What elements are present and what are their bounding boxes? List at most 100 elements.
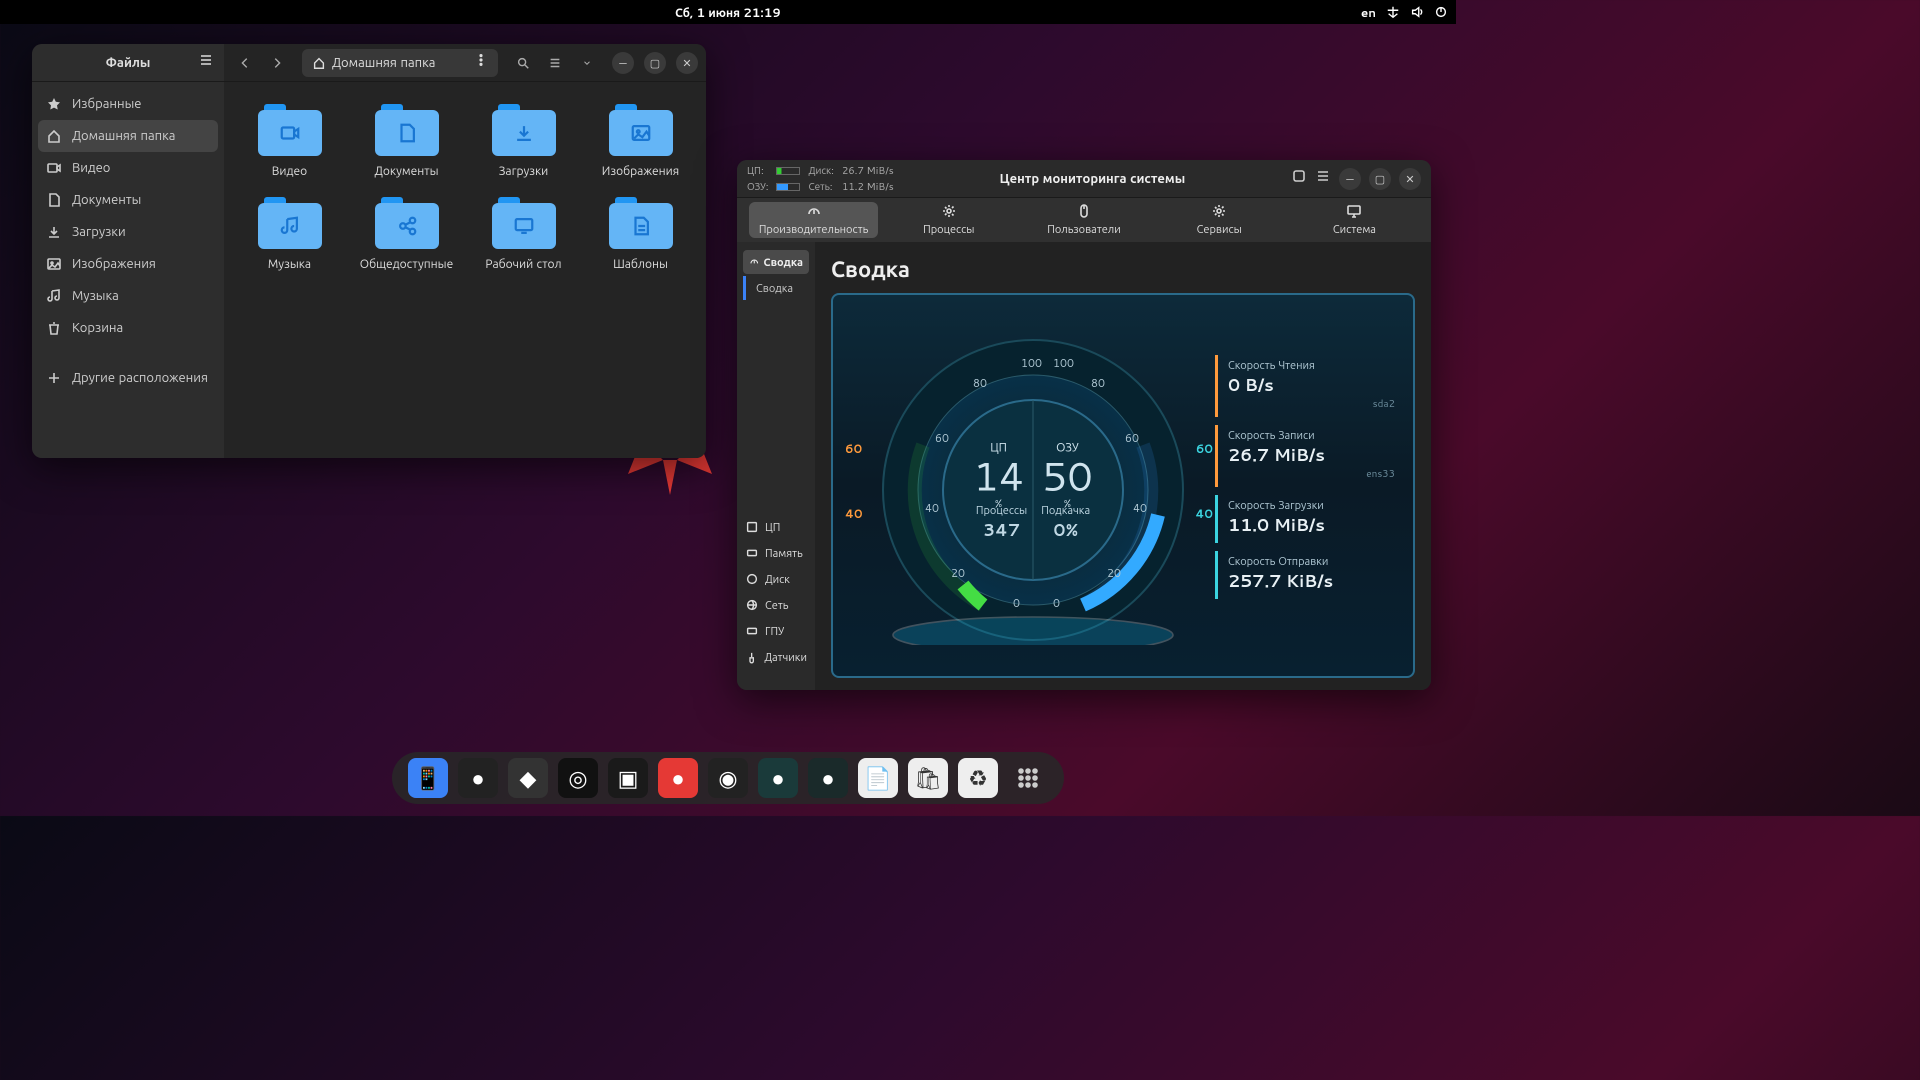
star-icon — [46, 96, 62, 112]
left-nav-2[interactable]: Диск — [737, 566, 815, 592]
view-button[interactable] — [542, 50, 568, 76]
tab-monitor[interactable]: Система — [1290, 202, 1419, 238]
dock-activity[interactable]: ● — [808, 758, 848, 798]
dock-app-red[interactable]: ● — [658, 758, 698, 798]
folder-icon — [492, 193, 556, 249]
image-icon — [46, 256, 62, 272]
monitor-icon — [1346, 203, 1362, 219]
plus-icon — [46, 370, 62, 386]
maximize-button[interactable]: ▢ — [1369, 168, 1391, 190]
info-item: Скорость Записи26.7 MiB/sens33 — [1215, 425, 1395, 487]
sidebar-item-label: Домашняя папка — [72, 127, 175, 145]
fm-toolbar: Домашняя папка — ▢ ✕ — [224, 44, 706, 82]
nav-label: Память — [765, 545, 803, 561]
nav-label: Датчики — [764, 649, 807, 665]
search-button[interactable] — [510, 50, 536, 76]
summary-sub[interactable]: Сводка — [743, 276, 809, 300]
stat-label: Сеть: — [808, 180, 833, 194]
left-nav-5[interactable]: Датчики — [737, 644, 815, 670]
tick: 0 — [1013, 595, 1020, 611]
lang-indicator[interactable]: en — [1361, 4, 1376, 21]
nav-label: Сеть — [765, 597, 788, 613]
chevron-down-icon[interactable] — [574, 50, 600, 76]
left-nav-1[interactable]: Память — [737, 540, 815, 566]
menu-icon[interactable] — [1315, 167, 1331, 190]
tick: 100 — [1053, 355, 1074, 371]
folder-doc[interactable]: Документы — [351, 100, 462, 179]
mon-header: ЦП: Диск:26.7 MiB/s ОЗУ: Сеть:11.2 MiB/s… — [737, 160, 1431, 198]
folder-label: Видео — [272, 162, 307, 179]
minimize-button[interactable]: — — [612, 52, 634, 74]
folder-desktop[interactable]: Рабочий стол — [468, 193, 579, 272]
tab-gear[interactable]: Сервисы — [1155, 202, 1284, 238]
dock-recycle[interactable]: ♻ — [958, 758, 998, 798]
back-button[interactable] — [232, 50, 258, 76]
sidebar-item-music[interactable]: Музыка — [32, 280, 224, 312]
sidebar-item-video[interactable]: Видео — [32, 152, 224, 184]
sidebar-item-home[interactable]: Домашняя папка — [38, 120, 218, 152]
forward-button[interactable] — [264, 50, 290, 76]
home-icon — [46, 128, 62, 144]
gear-icon — [941, 203, 957, 219]
power-icon[interactable] — [1434, 5, 1448, 19]
side-scale: 40 — [1195, 505, 1213, 522]
kebab-icon[interactable] — [474, 53, 488, 72]
dock-apps-grid[interactable] — [1008, 758, 1048, 798]
stat-value: 26.7 MiB/s — [842, 164, 894, 178]
folder-label: Изображения — [602, 162, 679, 179]
close-button[interactable]: ✕ — [1399, 168, 1421, 190]
nav-icon — [745, 650, 758, 664]
nav-label: ЦП — [765, 519, 780, 535]
dock-steam[interactable]: ◉ — [708, 758, 748, 798]
dock-phone[interactable]: 📱 — [408, 758, 448, 798]
hamburger-icon[interactable] — [198, 52, 214, 73]
sidebar-item-plus[interactable]: Другие расположения — [32, 362, 224, 394]
search-icon[interactable] — [1291, 167, 1307, 190]
tab-speed[interactable]: Производительность — [749, 202, 878, 238]
stat-label: ЦП: — [747, 164, 768, 178]
maximize-button[interactable]: ▢ — [644, 52, 666, 74]
sidebar-item-star[interactable]: Избранные — [32, 88, 224, 120]
sidebar-item-trash[interactable]: Корзина — [32, 312, 224, 344]
path-bar[interactable]: Домашняя папка — [302, 49, 498, 77]
dock-terminal[interactable]: ▣ — [608, 758, 648, 798]
folder-download[interactable]: Загрузки — [468, 100, 579, 179]
tab-gear[interactable]: Процессы — [884, 202, 1013, 238]
volume-icon[interactable] — [1410, 5, 1424, 19]
dock-office[interactable]: 📄 — [858, 758, 898, 798]
folder-video[interactable]: Видео — [234, 100, 345, 179]
mouse-icon — [1076, 203, 1092, 219]
dock-app-teal[interactable]: ● — [758, 758, 798, 798]
top-bar: Сб, 1 июня 21:19 en — [0, 0, 1456, 24]
folder-music[interactable]: Музыка — [234, 193, 345, 272]
sidebar-item-label: Видео — [72, 159, 110, 177]
tab-mouse[interactable]: Пользователи — [1019, 202, 1148, 238]
side-scale: 60 — [845, 440, 862, 457]
folder-label: Рабочий стол — [485, 255, 561, 272]
folder-image[interactable]: Изображения — [585, 100, 696, 179]
folder-share[interactable]: Общедоступные — [351, 193, 462, 272]
close-button[interactable]: ✕ — [676, 52, 698, 74]
speed-icon — [806, 203, 822, 219]
sidebar-item-doc[interactable]: Документы — [32, 184, 224, 216]
left-nav-0[interactable]: ЦП — [737, 514, 815, 540]
summary-pill[interactable]: Сводка — [743, 250, 809, 274]
sidebar-item-download[interactable]: Загрузки — [32, 216, 224, 248]
network-icon[interactable] — [1386, 5, 1400, 19]
gear-icon — [1211, 203, 1227, 219]
minimize-button[interactable]: — — [1339, 168, 1361, 190]
dock-browser[interactable]: ● — [458, 758, 498, 798]
tick: 60 — [1125, 430, 1139, 446]
info-value: 26.7 MiB/s — [1228, 443, 1395, 467]
dock-inkscape[interactable]: ◆ — [508, 758, 548, 798]
stat-value: 11.2 MiB/s — [842, 180, 894, 194]
left-nav-3[interactable]: Сеть — [737, 592, 815, 618]
dock-obs[interactable]: ◎ — [558, 758, 598, 798]
left-nav-4[interactable]: ГПУ — [737, 618, 815, 644]
folder-label: Общедоступные — [360, 255, 453, 272]
sidebar-item-image[interactable]: Изображения — [32, 248, 224, 280]
info-value: 11.0 MiB/s — [1228, 513, 1395, 537]
gauge-panel: 100 100 80 80 60 60 40 40 20 20 0 0 ЦП — [831, 293, 1415, 678]
folder-template[interactable]: Шаблоны — [585, 193, 696, 272]
dock-store[interactable]: 🛍 — [908, 758, 948, 798]
